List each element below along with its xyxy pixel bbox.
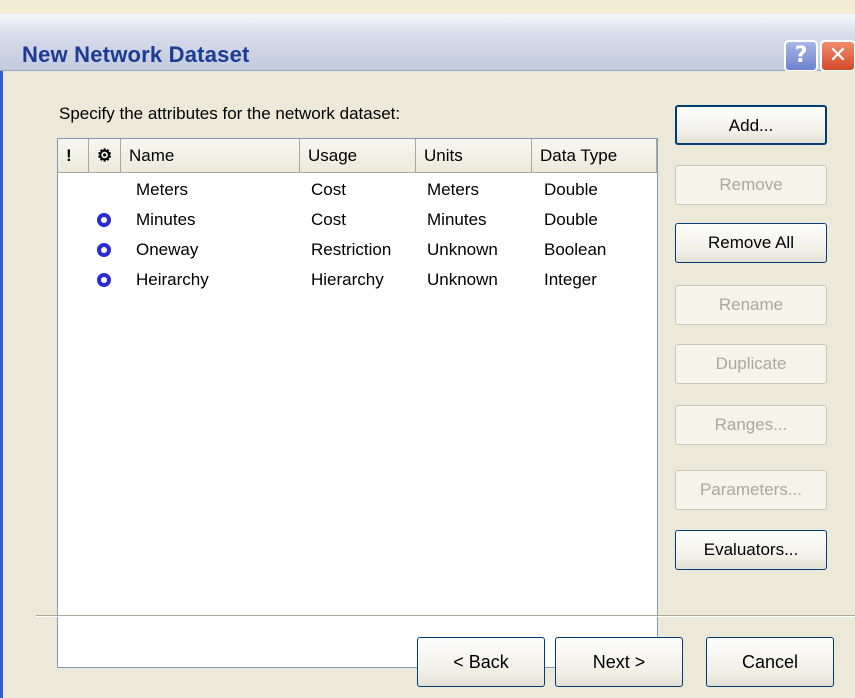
title-bar[interactable]: New Network Dataset ? ✕ — [0, 14, 855, 72]
table-row[interactable]: Heirarchy Hierarchy Unknown Integer — [58, 265, 657, 295]
row-name: Heirarchy — [136, 270, 209, 289]
default-gear-icon — [97, 243, 111, 257]
window-title: New Network Dataset — [22, 42, 250, 67]
row-data-type: Double — [544, 210, 598, 229]
row-data-type: Integer — [544, 270, 597, 289]
header-usage[interactable]: Usage — [300, 139, 416, 172]
evaluators-button[interactable]: Evaluators... — [675, 530, 827, 570]
separator — [36, 615, 855, 617]
list-header: ! ⚙ Name Usage Units Data Type — [58, 139, 657, 173]
parameters-button[interactable]: Parameters... — [675, 470, 827, 510]
header-data-type[interactable]: Data Type — [532, 139, 657, 172]
default-gear-icon — [97, 213, 111, 227]
row-data-type: Double — [544, 180, 598, 199]
remove-button[interactable]: Remove — [675, 165, 827, 205]
row-name: Meters — [136, 180, 188, 199]
duplicate-button[interactable]: Duplicate — [675, 344, 827, 384]
header-name[interactable]: Name — [121, 139, 300, 172]
rename-button[interactable]: Rename — [675, 285, 827, 325]
remove-all-button[interactable]: Remove All — [675, 223, 827, 263]
add-button[interactable]: Add... — [675, 105, 827, 145]
attributes-list[interactable]: ! ⚙ Name Usage Units Data Type Meters Co… — [57, 138, 658, 668]
back-button[interactable]: < Back — [417, 637, 545, 687]
row-units: Minutes — [427, 210, 487, 229]
header-units[interactable]: Units — [416, 139, 532, 172]
table-row[interactable]: Meters Cost Meters Double — [58, 175, 657, 205]
row-usage: Cost — [311, 210, 346, 229]
row-name: Minutes — [136, 210, 196, 229]
close-button[interactable]: ✕ — [820, 40, 855, 72]
row-data-type: Boolean — [544, 240, 607, 259]
row-units: Meters — [427, 180, 479, 199]
ranges-button[interactable]: Ranges... — [675, 405, 827, 445]
row-usage: Cost — [311, 180, 346, 199]
help-button[interactable]: ? — [784, 40, 818, 72]
table-row[interactable]: Oneway Restriction Unknown Boolean — [58, 235, 657, 265]
header-default[interactable]: ⚙ — [89, 139, 121, 172]
instruction-label: Specify the attributes for the network d… — [59, 104, 401, 123]
default-gear-icon — [97, 273, 111, 287]
header-warning[interactable]: ! — [58, 139, 89, 172]
next-button[interactable]: Next > — [555, 637, 683, 687]
row-usage: Restriction — [311, 240, 392, 259]
row-name: Oneway — [136, 240, 199, 259]
cancel-button[interactable]: Cancel — [706, 637, 834, 687]
row-units: Unknown — [427, 240, 498, 259]
row-units: Unknown — [427, 270, 498, 289]
row-usage: Hierarchy — [311, 270, 384, 289]
table-row[interactable]: Minutes Cost Minutes Double — [58, 205, 657, 235]
